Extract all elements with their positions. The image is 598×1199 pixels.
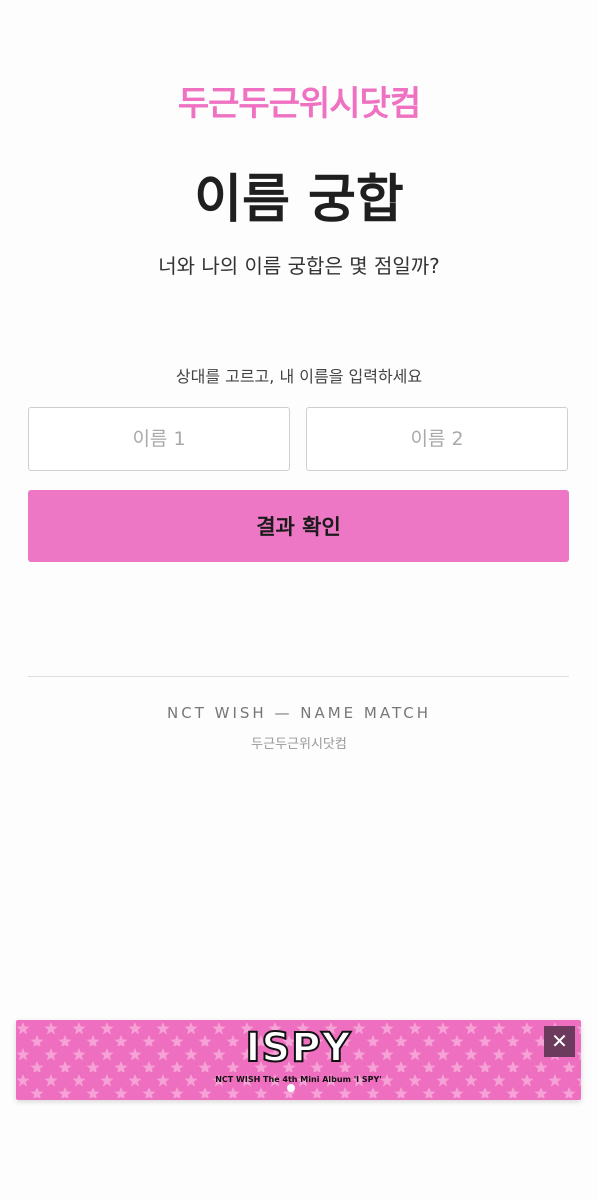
carousel-dot[interactable] [287,1084,295,1092]
album-logo: ISPY [245,1025,352,1071]
ad-banner[interactable]: ISPY NCT WISH The 4th Mini Album 'I SPY' [16,1020,581,1100]
page-subtitle: 너와 나의 이름 궁합은 몇 점일까? [158,254,440,278]
brand-logo: 두근두근위시닷컴 [177,84,421,124]
page-title: 이름 궁합 [194,170,404,230]
footer-brand: 두근두근위시닷컴 [251,737,347,752]
album-caption: NCT WISH The 4th Mini Album 'I SPY' [215,1075,382,1084]
name2-input[interactable] [306,407,568,471]
footer-tagline: NCT WISH — NAME MATCH [167,704,431,722]
close-icon[interactable]: ✕ [544,1026,575,1057]
check-result-button[interactable]: 결과 확인 [28,490,569,562]
form-instruction: 상대를 고르고, 내 이름을 입력하세요 [175,367,423,386]
name1-input[interactable] [28,407,290,471]
footer-divider [28,676,569,677]
